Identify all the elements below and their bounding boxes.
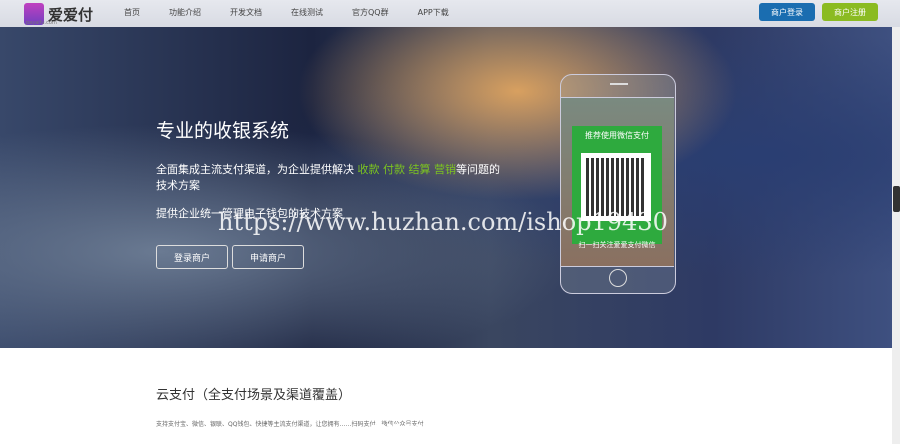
highlight: 结算 bbox=[408, 163, 431, 176]
watermark: https://www.huzhan.com/ishop19430 bbox=[218, 208, 668, 236]
highlight: 付款 bbox=[383, 163, 405, 176]
logo-sub: payaifu.com bbox=[26, 20, 57, 26]
nav-docs[interactable]: 开发文档 bbox=[230, 7, 262, 18]
phone-mockup: 推荐使用微信支付 扫一扫关注爱爱支付微信 bbox=[560, 74, 676, 294]
phone-speaker bbox=[610, 83, 628, 85]
overlay-text: 我没有说谎 我何必说谎 bbox=[371, 423, 528, 442]
nav-qq-group[interactable]: 官方QQ群 bbox=[352, 7, 389, 18]
nav-test[interactable]: 在线测试 bbox=[291, 7, 323, 18]
scrollbar[interactable] bbox=[892, 0, 900, 444]
main-menu: 首页 功能介绍 开发文档 在线测试 官方QQ群 APP下载 bbox=[124, 7, 478, 18]
hero-desc: 全面集成主流支付渠道，为企业提供解决 收款 付款 结算 营销等问题的技术方案 bbox=[156, 162, 506, 194]
hero-apply-button[interactable]: 申请商户 bbox=[232, 245, 304, 269]
nav-features[interactable]: 功能介绍 bbox=[169, 7, 201, 18]
merchant-register-button[interactable]: 商户注册 bbox=[822, 3, 878, 21]
merchant-login-button[interactable]: 商户登录 bbox=[759, 3, 815, 21]
highlight: 营销 bbox=[434, 163, 456, 176]
hero-login-button[interactable]: 登录商户 bbox=[156, 245, 228, 269]
desc-text: 全面集成主流支付渠道，为企业提供解决 bbox=[156, 163, 354, 176]
phone-screen: 推荐使用微信支付 扫一扫关注爱爱支付微信 bbox=[561, 97, 674, 267]
top-nav: 爱爱付 payaifu.com 首页 功能介绍 开发文档 在线测试 官方QQ群 … bbox=[0, 0, 900, 27]
nav-home[interactable]: 首页 bbox=[124, 7, 140, 18]
scan-caption: 扫一扫关注爱爱支付微信 bbox=[578, 241, 656, 249]
hero-title: 专业的收银系统 bbox=[156, 120, 290, 142]
section-title: 云支付（全支付场景及渠道覆盖） bbox=[156, 388, 352, 403]
home-button-icon bbox=[609, 269, 627, 287]
scrollbar-thumb[interactable] bbox=[893, 186, 900, 212]
qr-title: 推荐使用微信支付 bbox=[585, 131, 649, 140]
nav-app[interactable]: APP下载 bbox=[418, 7, 449, 18]
highlight: 收款 bbox=[357, 163, 380, 176]
